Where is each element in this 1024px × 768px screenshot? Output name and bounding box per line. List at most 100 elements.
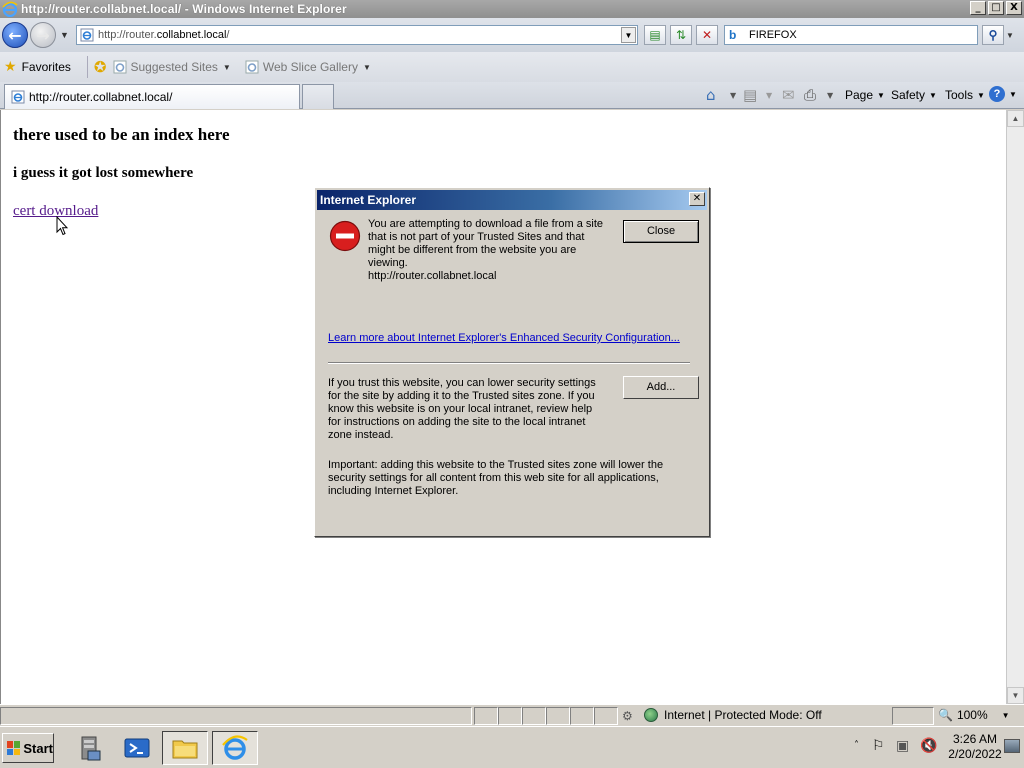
print-dropdown-icon[interactable]: ▼	[827, 91, 833, 100]
close-window-button[interactable]: X	[1006, 1, 1022, 15]
start-button[interactable]: Start	[2, 733, 54, 763]
security-zone-text: Internet | Protected Mode: Off	[664, 708, 822, 722]
address-bar[interactable]: http://router.collabnet.local/ ▼	[76, 25, 638, 45]
address-dropdown-icon[interactable]: ▼	[621, 27, 636, 43]
minimize-button[interactable]: _	[970, 1, 986, 15]
url-suffix: /	[226, 29, 230, 41]
internet-explorer-taskbar-button[interactable]	[212, 731, 258, 765]
favorites-label: Favorites	[21, 60, 71, 74]
safety-menu-label: Safety	[891, 88, 926, 102]
feeds-icon[interactable]: ▤	[743, 86, 757, 104]
favorites-star-icon: ★	[4, 59, 17, 75]
powershell-icon	[124, 738, 150, 758]
explorer-taskbar-button[interactable]	[162, 731, 208, 765]
web-slice-gallery-label: Web Slice Gallery	[262, 60, 358, 74]
maximize-button[interactable]: □	[988, 1, 1004, 15]
print-icon[interactable]: ⎙	[804, 86, 816, 104]
favorites-button[interactable]: ★ Favorites	[4, 59, 71, 75]
magnifier-icon: ⚲	[988, 28, 998, 42]
suggested-sites-link[interactable]: Suggested Sites ▼	[113, 60, 231, 74]
security-zone[interactable]: Internet | Protected Mode: Off	[644, 708, 822, 722]
dialog-close-button[interactable]: Close	[623, 220, 699, 243]
search-box[interactable]: b FIREFOX	[724, 25, 978, 45]
search-button[interactable]: ⚲	[982, 25, 1004, 45]
add-to-favorites-bar-icon[interactable]: ✪	[94, 58, 107, 76]
back-arrow-icon: ←	[8, 25, 22, 45]
powershell-taskbar-button[interactable]	[114, 731, 160, 765]
scroll-down-icon[interactable]: ▼	[1007, 687, 1024, 704]
chevron-down-icon: ▼	[362, 62, 371, 72]
security-dialog: Internet Explorer ✕ You are attempting t…	[314, 187, 710, 537]
window-title-bar[interactable]: http://router.collabnet.local/ - Windows…	[0, 0, 1024, 18]
ie-page-icon	[245, 60, 259, 74]
recent-pages-dropdown-icon[interactable]: ▼	[60, 30, 69, 40]
stop-button[interactable]: ✕	[696, 25, 718, 45]
folder-icon	[172, 740, 198, 759]
window-title: http://router.collabnet.local/ - Windows…	[21, 2, 347, 16]
network-icon[interactable]: ▣	[896, 738, 909, 754]
dialog-important-text: Important: adding this website to the Tr…	[328, 459, 664, 497]
status-cell	[570, 707, 594, 725]
ie-page-icon	[11, 90, 25, 104]
tracking-protection-cell[interactable]	[892, 707, 934, 725]
compatibility-icon: ▤	[649, 28, 661, 42]
refresh-button[interactable]: ⇅	[670, 25, 692, 45]
forward-button[interactable]: →	[30, 22, 56, 48]
internet-globe-icon	[644, 708, 658, 722]
mouse-cursor-icon	[56, 216, 68, 236]
chevron-down-icon: ▼	[1001, 710, 1010, 720]
home-dropdown-icon[interactable]: ▼	[730, 91, 736, 100]
read-mail-icon[interactable]: ✉	[782, 86, 795, 104]
address-url[interactable]: http://router.collabnet.local/	[98, 29, 229, 41]
zoom-level: 100%	[956, 708, 988, 722]
search-input[interactable]: FIREFOX	[749, 29, 797, 41]
vertical-scrollbar[interactable]: ▲ ▼	[1006, 110, 1024, 704]
dialog-title: Internet Explorer	[320, 193, 417, 207]
learn-more-link[interactable]: Learn more about Internet Explorer's Enh…	[328, 332, 680, 344]
chevron-down-icon: ▼	[222, 62, 231, 72]
dialog-close-x-button[interactable]: ✕	[689, 192, 705, 206]
clock-date: 2/20/2022	[948, 747, 1002, 761]
dialog-divider	[328, 362, 690, 364]
dialog-add-button[interactable]: Add...	[623, 376, 699, 399]
status-cell	[546, 707, 570, 725]
protected-mode-icon[interactable]: ⚙	[622, 709, 633, 723]
tools-menu[interactable]: Tools ▼	[945, 88, 985, 102]
volume-muted-icon[interactable]: 🔇	[920, 738, 937, 754]
feeds-dropdown-icon[interactable]: ▼	[766, 91, 772, 100]
search-options-dropdown-icon[interactable]: ▼	[1006, 31, 1014, 40]
back-button[interactable]: ←	[2, 22, 28, 48]
status-bar: ⚙ Internet | Protected Mode: Off 🔍 100% …	[0, 704, 1024, 726]
forward-arrow-icon: →	[36, 25, 50, 45]
scroll-up-icon[interactable]: ▲	[1007, 110, 1024, 127]
help-menu[interactable]: ? ▼	[989, 86, 1017, 102]
system-clock[interactable]: 3:26 AM 2/20/2022	[946, 732, 1004, 762]
tab-active[interactable]: http://router.collabnet.local/	[4, 84, 300, 109]
chevron-down-icon: ▼	[977, 90, 985, 100]
windows-logo-icon	[7, 741, 21, 755]
show-hidden-icons-icon[interactable]: ˄	[854, 740, 859, 751]
dialog-title-bar[interactable]: Internet Explorer ✕	[317, 190, 707, 210]
page-subheading: i guess it got lost somewhere	[13, 165, 194, 181]
status-cell	[594, 707, 618, 725]
clock-time: 3:26 AM	[952, 732, 998, 746]
web-slice-gallery-link[interactable]: Web Slice Gallery ▼	[245, 60, 371, 74]
compatibility-view-button[interactable]: ▤	[644, 25, 666, 45]
show-desktop-button[interactable]	[1004, 739, 1020, 753]
tab-row: http://router.collabnet.local/ ⌂ ▼ ▤ ▼ ✉…	[0, 82, 1024, 109]
status-cell	[522, 707, 546, 725]
server-manager-taskbar-button[interactable]	[66, 731, 112, 765]
dialog-site-url: http://router.collabnet.local	[368, 270, 497, 282]
home-icon[interactable]: ⌂	[706, 86, 716, 104]
status-cell	[498, 707, 522, 725]
dialog-trust-text: If you trust this website, you can lower…	[328, 377, 596, 441]
safety-menu[interactable]: Safety ▼	[891, 88, 937, 102]
dialog-message: You are attempting to download a file fr…	[368, 218, 604, 269]
page-menu[interactable]: Page ▼	[845, 88, 885, 102]
new-tab-button[interactable]	[302, 84, 334, 109]
refresh-icon: ⇅	[675, 28, 687, 42]
taskbar: Start ˄ ⚐ ▣ 🔇 3:26 AM 2/20/2022	[0, 726, 1024, 768]
action-center-flag-icon[interactable]: ⚐	[872, 738, 885, 754]
server-manager-icon	[81, 736, 101, 761]
zoom-control[interactable]: 🔍 100% ▼	[938, 708, 1010, 722]
